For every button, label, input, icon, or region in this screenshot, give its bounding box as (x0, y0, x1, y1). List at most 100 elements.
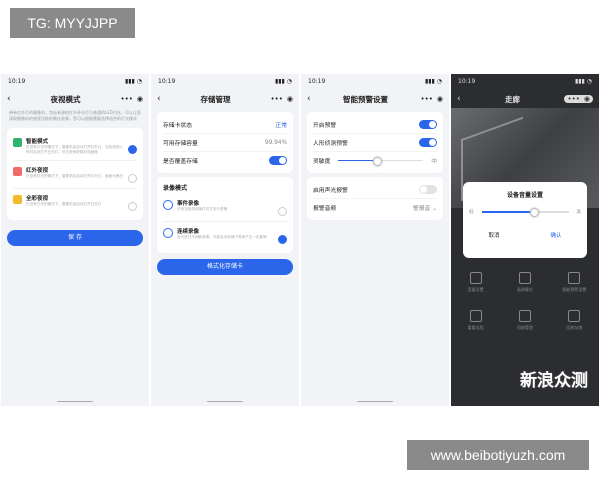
phone-storage: 10:19 ▮▮▮ ◔ ‹ 存储管理 ••• ◉ 存储卡状态 正常 可用存储容量 99.… (151, 74, 299, 406)
target-icon[interactable]: ◉ (137, 95, 143, 103)
grid-label: 智能预警设置 (562, 287, 587, 292)
dialog-buttons: 取消 确认 (463, 231, 587, 239)
target-icon[interactable]: ◉ (287, 95, 293, 103)
nav-bar: ‹ 走廊 ••• ◉ (451, 90, 599, 108)
slider-knob[interactable] (530, 208, 540, 217)
option-title: 红外夜视 (26, 168, 49, 174)
volume-dialog: 设备音量设置 低 高 取消 确认 (463, 182, 587, 258)
home-indicator (357, 400, 393, 402)
sensitivity-slider[interactable] (338, 156, 424, 166)
confirm-button[interactable]: 确认 (550, 231, 561, 239)
grid-label: 回放管理 (516, 325, 533, 330)
back-icon[interactable]: ‹ (7, 94, 11, 104)
back-icon[interactable]: ‹ (157, 94, 161, 104)
more-icon[interactable]: ••• (120, 95, 132, 103)
radio-selected[interactable] (128, 145, 137, 154)
phone-camera-live: 10:19 ▮▮▮ ◔ ‹ 走廊 ••• ◉ 音量设置 画质模式 智能预警设置 看看… (451, 74, 599, 406)
save-button[interactable]: 保 存 (7, 230, 143, 246)
status-bar: 10:19 ▮▮▮ ◔ (301, 74, 449, 90)
cloud-icon (13, 138, 22, 147)
radio[interactable] (128, 202, 137, 211)
low-label: 低 (469, 210, 474, 215)
more-icon[interactable]: ••• (270, 95, 282, 103)
overwrite-toggle[interactable] (269, 156, 287, 165)
alert-toggle[interactable] (419, 120, 437, 129)
mode-title: 连续录像 (177, 229, 200, 235)
row-value: 警报音 (412, 206, 431, 212)
description: 带有红外灯的摄像机，包括有源的红外补光灯与普通的LED白光，可以让您获取摄像机的… (9, 110, 141, 121)
mode-continuous[interactable]: 连续录像 全天进行不间断录像，可能会对存储卡寿命产生一定影响 (163, 222, 287, 249)
status-time: 10:19 (308, 78, 326, 85)
chevron-down-icon: ⌄ (432, 206, 437, 212)
option-desc: 在没有灯光的情况下，摄像机会自动打开红外灯，当检测到人形时自动打开白光灯。可在夜… (26, 145, 124, 154)
option-smart[interactable]: 智能模式 在没有灯光的情况下，摄像机会自动打开红外灯，当检测到人形时自动打开白光灯… (13, 132, 137, 161)
row-label: 是否覆盖存储 (163, 159, 198, 165)
option-full-color[interactable]: 全彩夜视 在没有灯光的情况下，摄像机会自动打开白光灯 (13, 189, 137, 216)
radio[interactable] (128, 174, 137, 183)
signal-icon: ▮▮▮ ◔ (424, 78, 442, 85)
radio-selected[interactable] (278, 235, 287, 244)
clock-icon (163, 228, 173, 238)
row-value: 99.94% (264, 139, 287, 146)
phone-alert-settings: 10:19 ▮▮▮ ◔ ‹ 智能预警设置 ••• ◉ 开启预警 人形侦测预警 灵敏度… (301, 74, 449, 406)
alert-icon (568, 272, 581, 284)
target-icon[interactable]: ◉ (437, 95, 443, 103)
mode-desc: 只有当检测到事件时才进行录像 (177, 207, 228, 211)
playback-icon (518, 310, 531, 322)
overlay-tag: TG: MYYJJPP (10, 8, 135, 38)
grid-item[interactable]: 看看远程 (451, 302, 500, 340)
row-card-status: 存储卡状态 正常 (163, 116, 287, 134)
grid-item[interactable]: 画质模式 (500, 264, 549, 302)
status-time: 10:19 (8, 78, 26, 85)
option-desc: 在没有灯光的情况下，摄像机会自动打开白光灯 (26, 202, 102, 206)
human-detect-toggle[interactable] (419, 138, 437, 147)
row-label: 启用声光报警 (313, 188, 348, 194)
event-icon (163, 200, 173, 210)
back-icon[interactable]: ‹ (307, 94, 311, 104)
status-time: 10:19 (458, 78, 476, 85)
row-sound-light: 启用声光报警 (313, 181, 437, 199)
infrared-icon (13, 167, 22, 176)
grid-item[interactable]: 音量设置 (451, 264, 500, 302)
radio[interactable] (278, 207, 287, 216)
row-label: 报警音频 (313, 206, 337, 212)
cancel-button[interactable]: 取消 (488, 231, 499, 239)
format-button[interactable]: 格式化存储卡 (157, 259, 293, 275)
row-label: 存储卡状态 (163, 123, 192, 129)
sound-light-toggle[interactable] (419, 185, 437, 194)
option-infrared[interactable]: 红外夜视 在没有灯光的情况下，摄像机会自动打开红外灯，画面为黑白 (13, 161, 137, 189)
row-capacity: 可用存储容量 99.94% (163, 134, 287, 152)
row-alarm-audio[interactable]: 报警音频 警报音 ⌄ (313, 199, 437, 216)
view-icon (469, 310, 482, 322)
target-icon[interactable]: ◉ (584, 95, 590, 103)
status-bar: 10:19 ▮▮▮ ◔ (151, 74, 299, 90)
volume-slider-row: 低 高 (463, 207, 587, 217)
nav-bar: ‹ 夜视模式 ••• ◉ (1, 90, 149, 108)
mode-event[interactable]: 事件录像 只有当检测到事件时才进行录像 (163, 194, 287, 222)
grid-item[interactable]: 智能预警设置 (550, 264, 599, 302)
back-icon[interactable]: ‹ (457, 94, 461, 104)
control-grid: 音量设置 画质模式 智能预警设置 看看远程 回放管理 回放存储 (451, 264, 599, 340)
signal-icon: ▮▮▮ ◔ (574, 78, 592, 85)
row-label: 灵敏度 (313, 159, 331, 165)
row-label: 人形侦测预警 (313, 141, 348, 147)
row-label: 开启预警 (313, 123, 337, 129)
signal-icon: ▮▮▮ ◔ (274, 78, 292, 85)
grid-item[interactable]: 回放管理 (500, 302, 549, 340)
storage-card: 存储卡状态 正常 可用存储容量 99.94% 是否覆盖存储 (157, 112, 293, 173)
quality-icon (518, 272, 531, 284)
nav-bar: ‹ 存储管理 ••• ◉ (151, 90, 299, 108)
option-desc: 在没有灯光的情况下，摄像机会自动打开红外灯，画面为黑白 (26, 174, 124, 178)
home-indicator (207, 400, 243, 402)
grid-item[interactable]: 回放存储 (550, 302, 599, 340)
grid-label: 回放存储 (566, 325, 583, 330)
volume-slider[interactable] (481, 207, 569, 217)
more-icon[interactable]: ••• (567, 95, 579, 103)
slider-knob[interactable] (373, 156, 383, 166)
option-title: 全彩夜视 (26, 196, 49, 202)
status-bar: 10:19 ▮▮▮ ◔ (451, 74, 599, 90)
alert-card: 开启预警 人形侦测预警 灵敏度 中 (307, 112, 443, 173)
status-time: 10:19 (158, 78, 176, 85)
more-icon[interactable]: ••• (420, 95, 432, 103)
watermark-logo: 新浪众测 (520, 371, 588, 391)
